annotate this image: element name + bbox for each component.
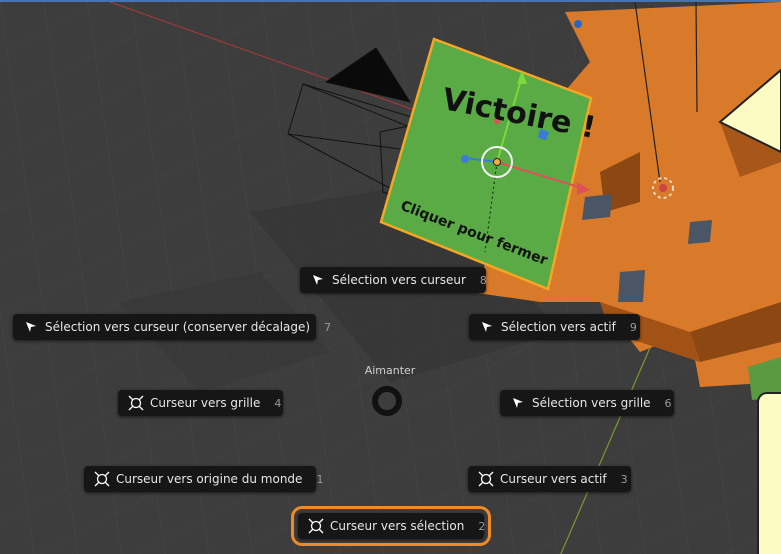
pie-item-hotkey: 1 [316, 472, 324, 486]
pie-item-cursor-to-grid[interactable]: Curseur vers grille 4 [118, 390, 283, 416]
pie-item-hotkey: 3 [620, 472, 628, 486]
3d-cursor-icon [308, 518, 324, 534]
pie-item-selection-to-grid[interactable]: Sélection vers grille 6 [500, 390, 674, 416]
pie-center-ring [372, 386, 402, 416]
pie-item-hotkey: 6 [664, 396, 672, 410]
pie-item-hotkey: 9 [629, 320, 637, 334]
pie-menu-title: Aimanter [364, 364, 416, 377]
pie-item-label: Curseur vers grille [150, 396, 261, 410]
pie-item-selection-to-cursor[interactable]: Sélection vers curseur 8 [300, 267, 487, 293]
cursor-arrow-icon [23, 319, 39, 335]
pie-item-label: Sélection vers curseur (conserver décala… [45, 320, 311, 334]
pie-item-label: Sélection vers actif [501, 320, 616, 334]
3d-cursor-icon [128, 395, 144, 411]
pie-item-hotkey: 4 [274, 396, 282, 410]
speech-bubble-bottom [757, 392, 781, 554]
pie-item-selection-to-cursor-offset[interactable]: Sélection vers curseur (conserver décala… [13, 314, 331, 340]
pie-item-cursor-to-world-origin[interactable]: Curseur vers origine du monde 1 [84, 466, 323, 492]
pie-item-label: Sélection vers grille [532, 396, 651, 410]
3d-cursor-icon [94, 471, 110, 487]
cursor-arrow-icon [310, 272, 326, 288]
pie-item-hotkey: 7 [324, 320, 332, 334]
pie-item-hotkey: 8 [479, 273, 487, 287]
pie-item-label: Sélection vers curseur [332, 273, 466, 287]
pie-item-cursor-to-selection[interactable]: Curseur vers sélection 2 [291, 506, 491, 546]
3d-cursor-icon [478, 471, 494, 487]
cursor-arrow-icon [479, 319, 495, 335]
pie-item-label: Curseur vers sélection [330, 519, 465, 533]
pie-item-selection-to-active[interactable]: Sélection vers actif 9 [469, 314, 640, 340]
cursor-arrow-icon [510, 395, 526, 411]
pie-item-label: Curseur vers actif [500, 472, 607, 486]
3d-viewport[interactable]: Victoire ! Cliquer pour fermer Aimanter … [0, 0, 781, 554]
pie-item-cursor-to-active[interactable]: Curseur vers actif 3 [468, 466, 631, 492]
pie-item-hotkey: 2 [478, 519, 486, 533]
pie-item-label: Curseur vers origine du monde [116, 472, 303, 486]
